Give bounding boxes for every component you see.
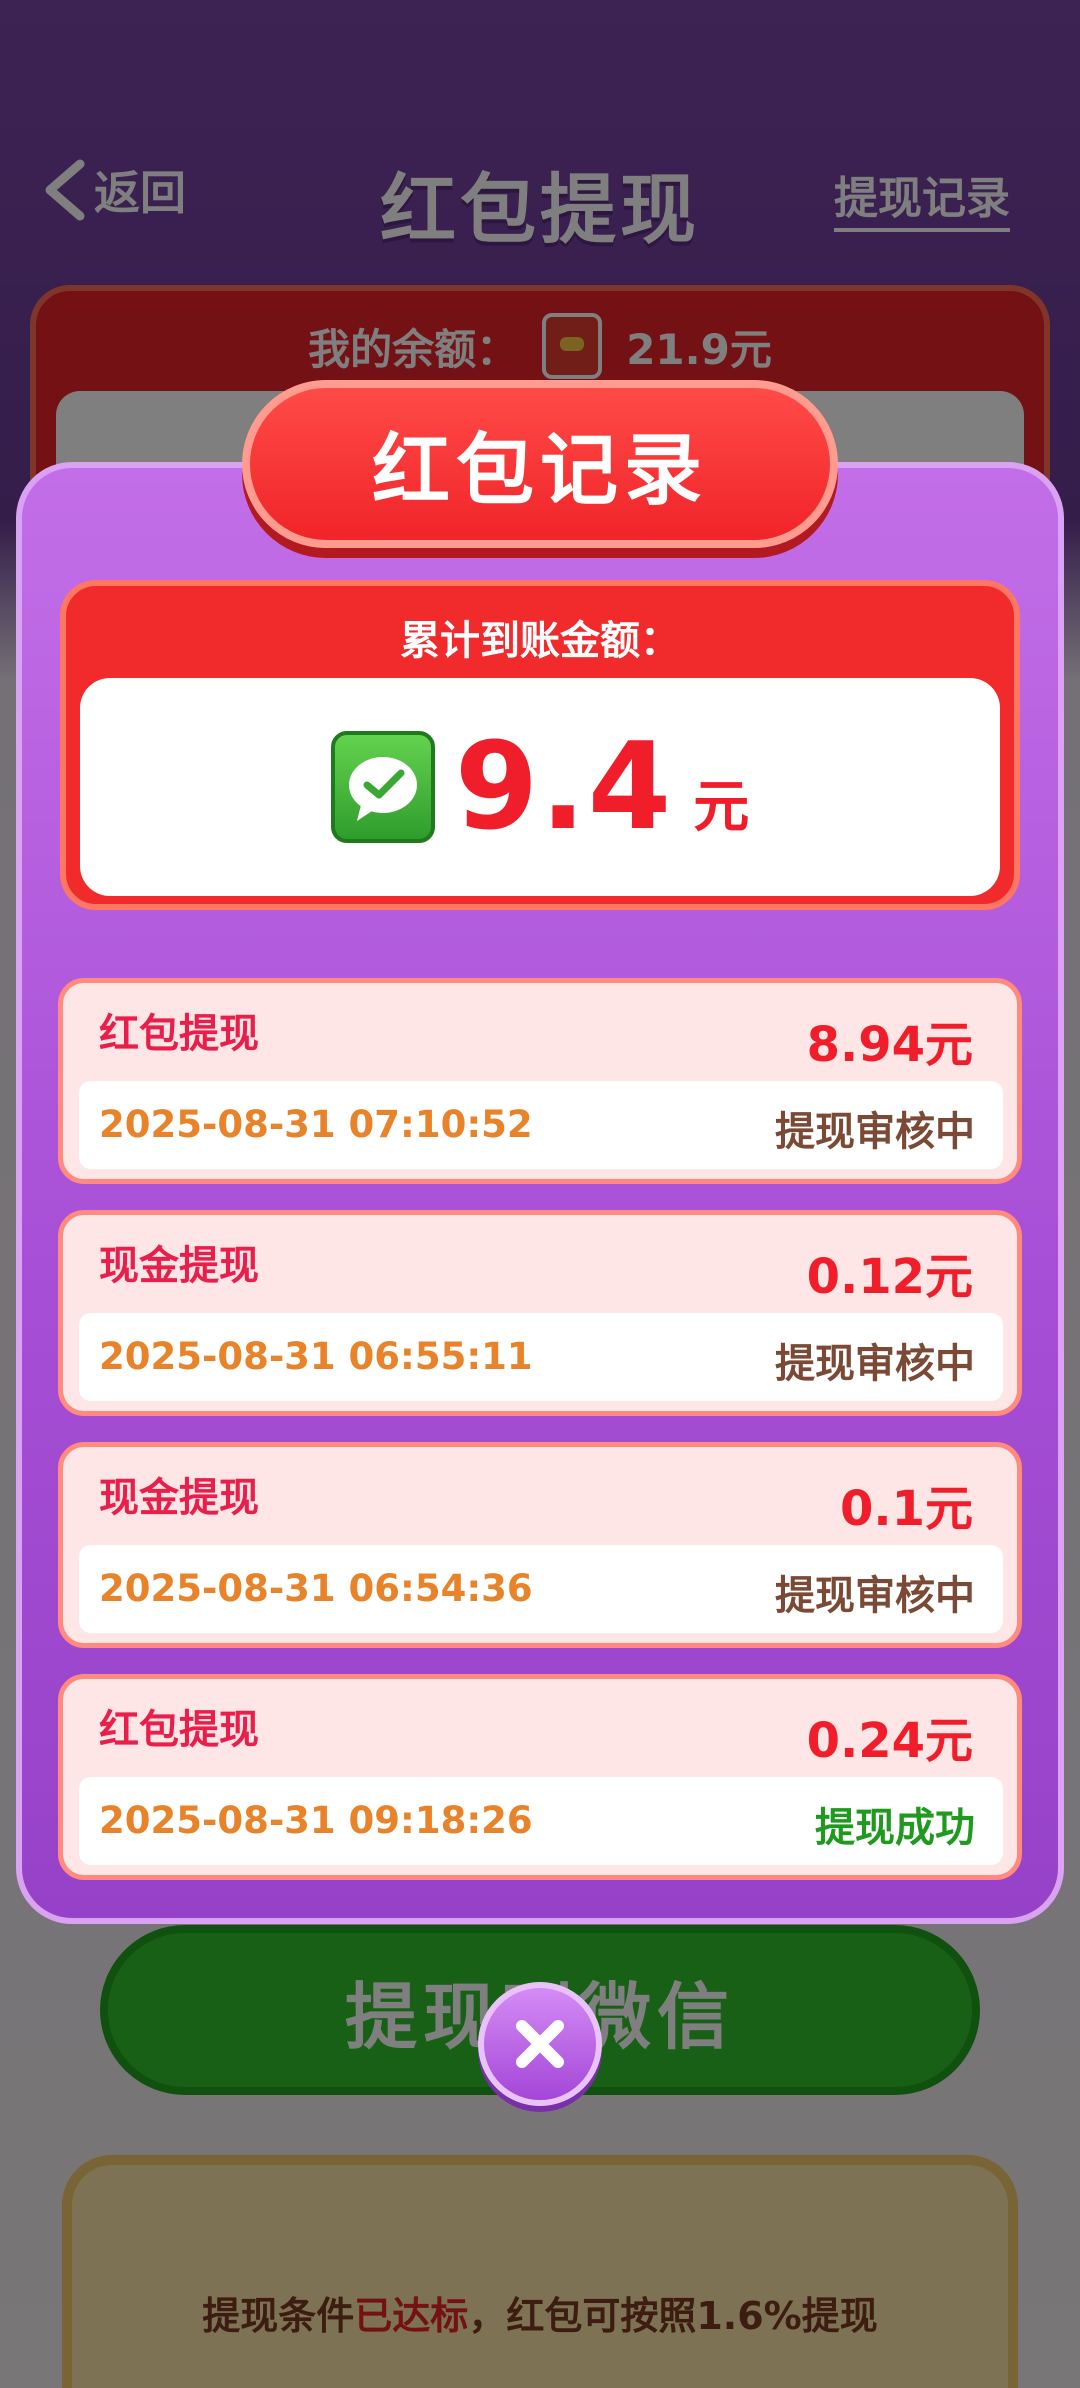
total-received-label: 累计到账金额： [400, 618, 680, 664]
record-item: 现金提现 0.12元 2025-08-31 06:55:11 提现审核中 [58, 1210, 1022, 1416]
record-amount: 8.94元 [806, 1017, 973, 1073]
total-amount: 9.4 [454, 717, 674, 857]
modal-title: 红包记录 [242, 380, 838, 548]
record-amount: 0.24元 [806, 1713, 973, 1769]
record-detail: 2025-08-31 06:55:11 提现审核中 [79, 1313, 1003, 1401]
record-status: 提现审核中 [775, 1573, 975, 1619]
record-type: 红包提现 [99, 1011, 259, 1057]
record-time: 2025-08-31 07:10:52 [99, 1103, 533, 1146]
record-status: 提现审核中 [775, 1341, 975, 1387]
wechat-icon [330, 731, 435, 843]
record-amount: 0.1元 [839, 1481, 973, 1537]
record-type: 现金提现 [99, 1243, 259, 1289]
record-time: 2025-08-31 06:55:11 [99, 1335, 533, 1378]
record-status: 提现成功 [815, 1805, 975, 1851]
record-time: 2025-08-31 09:18:26 [99, 1799, 533, 1842]
record-status: 提现审核中 [775, 1109, 975, 1155]
total-received-card: 累计到账金额： 9.4 元 [60, 580, 1020, 910]
record-time: 2025-08-31 06:54:36 [99, 1567, 533, 1610]
close-modal-button[interactable] [478, 1982, 602, 2106]
total-received-panel: 9.4 元 [80, 678, 1000, 896]
record-detail: 2025-08-31 06:54:36 提现审核中 [79, 1545, 1003, 1633]
total-unit: 元 [693, 774, 750, 840]
record-item: 红包提现 8.94元 2025-08-31 07:10:52 提现审核中 [58, 978, 1022, 1184]
record-type: 红包提现 [99, 1707, 259, 1753]
record-detail: 2025-08-31 07:10:52 提现审核中 [79, 1081, 1003, 1169]
close-icon [516, 2020, 564, 2068]
record-item: 红包提现 0.24元 2025-08-31 09:18:26 提现成功 [58, 1674, 1022, 1880]
record-type: 现金提现 [99, 1475, 259, 1521]
record-item: 现金提现 0.1元 2025-08-31 06:54:36 提现审核中 [58, 1442, 1022, 1648]
record-detail: 2025-08-31 09:18:26 提现成功 [79, 1777, 1003, 1865]
record-amount: 0.12元 [806, 1249, 973, 1305]
